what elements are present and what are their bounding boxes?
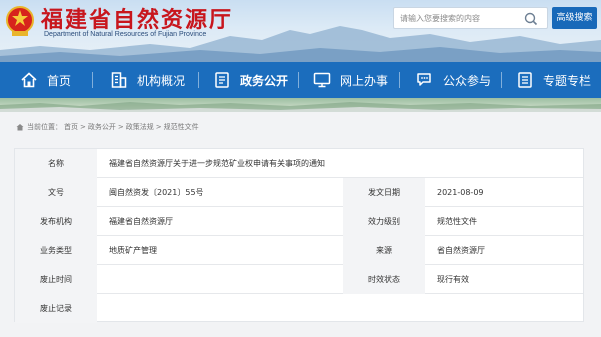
field-value: 地质矿产管理 xyxy=(109,246,157,255)
nav-divider xyxy=(92,72,93,88)
home-icon xyxy=(21,72,37,88)
nav-divider xyxy=(298,72,299,88)
field-label: 发布机构 xyxy=(15,207,97,236)
nav-item-label: 专题专栏 xyxy=(543,73,592,88)
nav-item-label: 首页 xyxy=(47,73,72,88)
breadcrumb-prefix: 当前位置： xyxy=(27,123,62,131)
nav-item-online-services[interactable]: 网上办事 xyxy=(313,62,388,98)
nav-divider xyxy=(198,72,199,88)
breadcrumb: 当前位置： 首页 > 政务公开 > 政策法规 > 规范性文件 xyxy=(16,122,201,132)
field-label: 业务类型 xyxy=(15,236,97,265)
home-icon xyxy=(16,124,24,131)
list-icon xyxy=(518,72,532,88)
site-header: 福建省自然资源厅 Department of Natural Resources… xyxy=(0,0,601,62)
nav-item-label: 机构概况 xyxy=(137,73,186,88)
field-value xyxy=(97,294,583,323)
nav-item-label: 网上办事 xyxy=(340,73,389,88)
field-label: 时效状态 xyxy=(343,265,425,294)
field-label: 废止记录 xyxy=(15,294,97,323)
nav-item-home[interactable]: 首页 xyxy=(20,62,71,98)
table-row: 文号 闽自然资发〔2021〕55号 发文日期 2021-08-09 xyxy=(15,178,583,207)
field-label: 效力级别 xyxy=(343,207,425,236)
building-icon xyxy=(111,72,127,88)
table-row: 废止记录 xyxy=(15,294,583,323)
field-value: 闽自然资发〔2021〕55号 xyxy=(109,188,204,197)
field-value: 规范性文件 xyxy=(437,217,477,226)
nav-item-label: 政务公开 xyxy=(240,73,289,88)
field-label: 发文日期 xyxy=(343,178,425,207)
site-title[interactable]: 福建省自然资源厅 xyxy=(41,2,233,34)
field-value: 2021-08-09 xyxy=(437,188,484,197)
chat-icon xyxy=(417,73,431,86)
table-row: 名称 福建省自然资源厅关于进一步规范矿业权申请有关事项的通知 xyxy=(15,149,583,178)
document-info-table: 名称 福建省自然资源厅关于进一步规范矿业权申请有关事项的通知 文号 闽自然资发〔… xyxy=(14,148,584,323)
monitor-icon xyxy=(313,72,331,88)
field-value xyxy=(97,265,343,294)
search-input[interactable] xyxy=(400,11,520,26)
table-row: 发布机构 福建省自然资源厅 效力级别 规范性文件 xyxy=(15,207,583,236)
national-emblem-icon xyxy=(6,6,34,36)
nav-item-label: 公众参与 xyxy=(443,73,492,88)
search-box xyxy=(393,7,548,29)
breadcrumb-link-normative-documents[interactable]: 规范性文件 xyxy=(164,122,199,132)
field-label: 名称 xyxy=(15,149,97,178)
site-subtitle: Department of Natural Resources of Fujia… xyxy=(44,31,207,38)
field-value: 省自然资源厅 xyxy=(437,246,485,255)
landscape-image xyxy=(0,102,601,112)
table-row: 废止时间 时效状态 现行有效 xyxy=(15,265,583,294)
document-icon xyxy=(215,72,229,88)
breadcrumb-separator: > xyxy=(117,123,124,131)
table-row: 业务类型 地质矿产管理 来源 省自然资源厅 xyxy=(15,236,583,265)
breadcrumb-separator: > xyxy=(80,123,86,131)
field-value: 现行有效 xyxy=(437,275,469,284)
breadcrumb-link-home[interactable]: 首页 xyxy=(64,122,78,132)
breadcrumb-link-government-affairs[interactable]: 政务公开 xyxy=(88,122,116,132)
field-label: 废止时间 xyxy=(15,265,97,294)
main-nav: 首页 机构概况 政务公开 网上办事 公众参与 专题专栏 xyxy=(0,62,601,98)
field-label: 来源 xyxy=(343,236,425,265)
nav-item-about[interactable]: 机构概况 xyxy=(110,62,185,98)
advanced-search-button[interactable]: 高级搜索 xyxy=(552,7,597,29)
field-value: 福建省自然资源厅 xyxy=(109,217,173,226)
search-icon[interactable] xyxy=(523,11,539,27)
breadcrumb-link-policies[interactable]: 政策法规 xyxy=(126,122,154,132)
field-value: 福建省自然资源厅关于进一步规范矿业权申请有关事项的通知 xyxy=(109,159,325,168)
nav-item-public-participation[interactable]: 公众参与 xyxy=(416,62,491,98)
landscape-banner xyxy=(0,98,601,112)
nav-item-government-affairs[interactable]: 政务公开 xyxy=(213,62,288,98)
nav-divider xyxy=(399,72,400,88)
nav-item-special-topics[interactable]: 专题专栏 xyxy=(516,62,591,98)
breadcrumb-separator: > xyxy=(155,123,162,131)
nav-divider xyxy=(501,72,502,88)
field-label: 文号 xyxy=(15,178,97,207)
